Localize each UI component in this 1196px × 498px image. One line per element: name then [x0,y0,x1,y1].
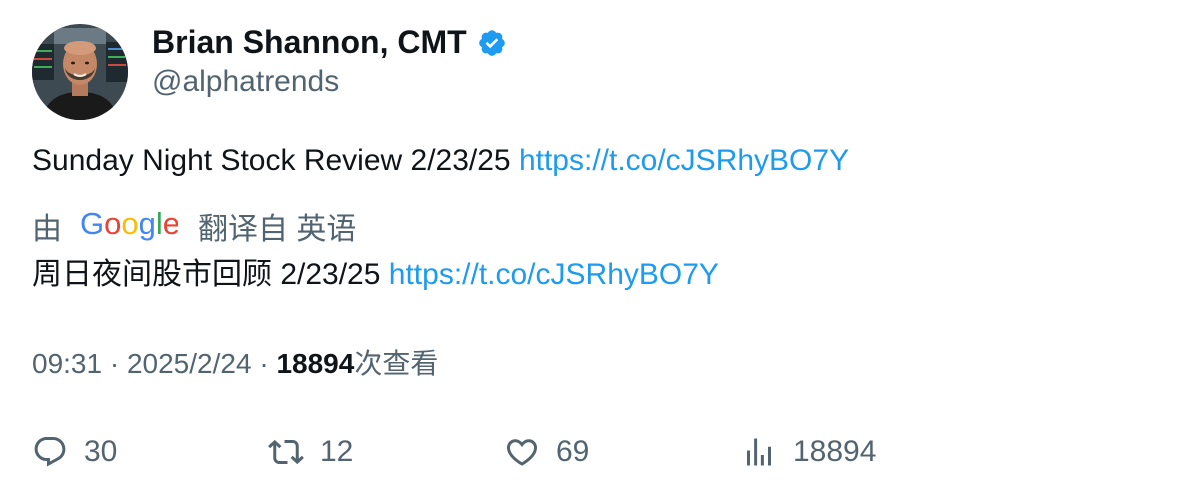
translated-text: 周日夜间股市回顾 2/23/25 https://t.co/cJSRhyBO7Y [32,255,719,295]
tweet-date[interactable]: 2025/2/24 [127,348,252,379]
user-handle[interactable]: @alphatrends [152,62,339,102]
tweet-link[interactable]: https://t.co/cJSRhyBO7Y [519,144,849,177]
meta-separator: · [109,348,127,379]
views-count: 18894 [276,348,355,379]
analytics-bar-icon [741,434,777,470]
views-action-count: 18894 [793,435,877,468]
reply-count: 30 [84,435,118,468]
views-button[interactable]: 18894 [741,430,876,474]
like-count: 69 [556,435,590,468]
retweet-icon [268,434,304,470]
retweet-count: 12 [320,435,354,468]
reply-button[interactable]: 30 [32,430,117,474]
translated-link[interactable]: https://t.co/cJSRhyBO7Y [389,258,719,291]
verified-badge-icon [477,27,507,57]
svg-text:Google: Google [80,207,178,241]
tweet-text: Sunday Night Stock Review 2/23/25 https:… [32,141,849,181]
tweet-text-body: Sunday Night Stock Review 2/23/25 [32,144,511,177]
display-name-text: Brian Shannon, CMT [152,24,467,60]
tweet-meta: 09:31 · 2025/2/24 · 18894次查看 [32,344,438,384]
views-label: 次查看 [354,348,439,379]
avatar[interactable] [32,24,128,120]
translated-by-label: 由 [32,212,62,246]
retweet-button[interactable]: 12 [268,430,353,474]
tweet-time[interactable]: 09:31 [32,348,102,379]
translation-attribution: 由 Google 翻译自 英语 [32,206,356,252]
avatar-image [32,24,128,120]
like-button[interactable]: 69 [504,430,589,474]
meta-separator: · [259,348,277,379]
translated-from-label[interactable]: 翻译自 英语 [198,210,356,250]
translated-text-body: 周日夜间股市回顾 2/23/25 [32,258,381,291]
display-name[interactable]: Brian Shannon, CMT [152,22,507,62]
tweet-card: Brian Shannon, CMT @alphatrends Sunday N… [0,0,1196,498]
reply-icon [32,434,68,470]
google-logo: Google [80,206,180,252]
heart-icon [504,434,540,470]
